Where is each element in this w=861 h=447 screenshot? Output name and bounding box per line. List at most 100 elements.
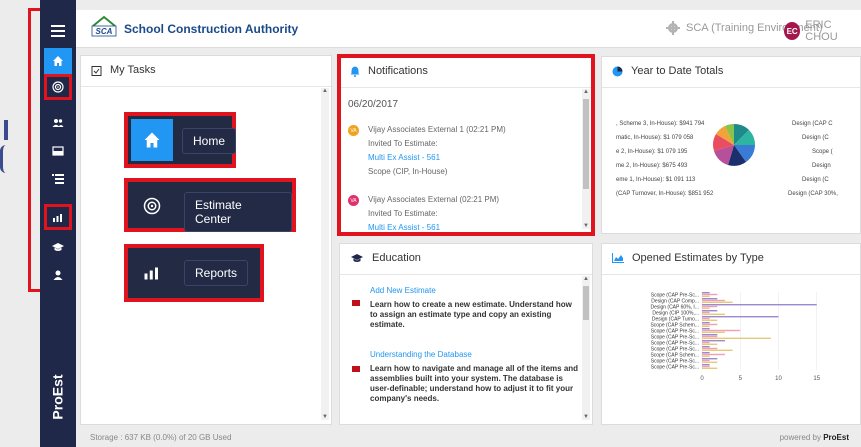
bar[interactable]	[702, 328, 710, 330]
bar[interactable]	[702, 329, 741, 332]
bar[interactable]	[702, 334, 718, 336]
bar[interactable]	[702, 292, 710, 294]
video-icon	[352, 366, 360, 372]
x-tick-label: 5	[739, 376, 743, 382]
ytd-pie-chart	[713, 123, 756, 166]
reports-tooltip: Reports	[184, 260, 249, 286]
bar[interactable]	[702, 323, 718, 326]
estimate-center-icon	[143, 197, 161, 215]
bar[interactable]	[702, 307, 710, 309]
bar[interactable]	[702, 353, 725, 356]
bar[interactable]	[702, 343, 718, 345]
sidebar-item-list[interactable]	[44, 166, 72, 192]
user-menu[interactable]: EC ERIC CHOU	[784, 19, 861, 43]
video-icon	[352, 300, 360, 306]
bar[interactable]	[702, 358, 718, 360]
bar[interactable]	[702, 365, 710, 368]
pie-chart-icon	[612, 66, 623, 76]
education-link[interactable]: Understanding the Database	[370, 350, 580, 360]
x-tick-label: 0	[700, 376, 704, 382]
storage-info: Storage : 637 KB (0.0%) of 20 GB Used	[90, 433, 232, 442]
annotation-mark	[0, 145, 6, 173]
ytd-title: Year to Date Totals	[612, 65, 723, 77]
sidebar: ProEst	[40, 0, 76, 447]
bar[interactable]	[702, 319, 718, 321]
bar[interactable]	[702, 349, 733, 351]
sidebar-item-home[interactable]	[44, 48, 72, 74]
estimate-center-tooltip: Estimate Center	[184, 192, 292, 232]
sidebar-item-estimate-center[interactable]	[44, 74, 72, 100]
bar[interactable]	[702, 347, 718, 350]
sidebar-item-inbox[interactable]	[44, 138, 72, 164]
graduation-cap-icon	[351, 254, 363, 262]
bar[interactable]	[702, 298, 718, 300]
education-icon	[52, 243, 64, 251]
home-icon	[144, 132, 160, 148]
svg-text:SCA: SCA	[96, 27, 113, 36]
bar[interactable]	[702, 305, 718, 308]
education-item: Understanding the Database Learn how to …	[370, 350, 580, 403]
home-callout[interactable]: Home	[124, 112, 237, 168]
education-item: Add New Estimate Learn how to create a n…	[370, 286, 580, 330]
bar[interactable]	[702, 355, 710, 357]
reports-callout[interactable]: Reports	[124, 244, 264, 302]
menu-icon[interactable]	[44, 18, 72, 44]
estimate-center-tile	[131, 185, 173, 227]
my-tasks-panel: My Tasks ▲ ▼ ✓	[80, 55, 332, 425]
sidebar-item-education[interactable]	[44, 234, 72, 260]
avatar: EC	[784, 22, 801, 40]
my-tasks-title: My Tasks	[91, 64, 156, 76]
annotation-bracket	[28, 8, 40, 292]
education-panel: Education Add New Estimate Learn how to …	[339, 243, 593, 425]
education-link[interactable]: Add New Estimate	[370, 286, 580, 296]
bar[interactable]	[702, 341, 710, 344]
sidebar-item-support[interactable]	[44, 262, 72, 288]
app-root: ProEst SCA School Construction Authority…	[0, 0, 861, 447]
opened-estimates-panel: Opened Estimates by Type 0 5 10 15 Scope (CA…	[601, 243, 861, 425]
sca-logo: SCA	[91, 15, 117, 37]
bar[interactable]	[702, 316, 779, 318]
bar[interactable]	[702, 317, 710, 320]
proest-logo: ProEst	[50, 374, 66, 420]
reports-icon	[144, 267, 158, 280]
bar[interactable]	[702, 361, 718, 363]
list-icon	[52, 174, 64, 184]
sidebar-item-reports[interactable]	[44, 204, 72, 230]
bar[interactable]	[702, 340, 725, 342]
bar[interactable]	[702, 337, 771, 339]
notifications-highlight	[337, 54, 595, 236]
bar[interactable]	[702, 311, 710, 314]
home-icon	[53, 56, 63, 66]
estimate-center-icon	[52, 81, 64, 93]
bar[interactable]	[702, 331, 725, 333]
bar[interactable]	[702, 295, 710, 297]
opened-estimates-chart: 0 5 10 15Scope (CAP Pre-Sc...Design (CAP Co…	[650, 292, 821, 382]
bar[interactable]	[702, 322, 710, 324]
bar[interactable]	[702, 367, 718, 369]
bar[interactable]	[702, 310, 718, 312]
bar[interactable]	[702, 299, 725, 302]
bar[interactable]	[702, 313, 725, 315]
powered-by: powered by ProEst	[779, 433, 849, 442]
inbox-icon	[52, 146, 64, 156]
bar[interactable]	[702, 325, 710, 327]
education-title: Education	[350, 252, 421, 264]
bar[interactable]	[702, 352, 710, 354]
bar[interactable]	[702, 301, 733, 303]
scrollbar[interactable]: ▲ ▼	[321, 88, 329, 420]
bar[interactable]	[702, 359, 710, 362]
users-icon	[52, 119, 64, 127]
bar[interactable]	[702, 364, 710, 366]
home-tile	[131, 119, 173, 161]
sidebar-item-users[interactable]	[44, 110, 72, 136]
reports-tile	[131, 251, 173, 293]
category-label: Scope (CAP Pre-Sc...	[651, 365, 699, 371]
bar[interactable]	[702, 304, 817, 306]
bar[interactable]	[702, 346, 710, 348]
opened-estimates-title: Opened Estimates by Type	[612, 252, 764, 264]
bar[interactable]	[702, 293, 718, 296]
estimate-center-callout[interactable]: Estimate Center	[124, 178, 296, 232]
bar[interactable]	[702, 335, 718, 338]
reports-icon	[53, 214, 62, 222]
scrollbar[interactable]: ▲ ▼	[582, 276, 590, 420]
